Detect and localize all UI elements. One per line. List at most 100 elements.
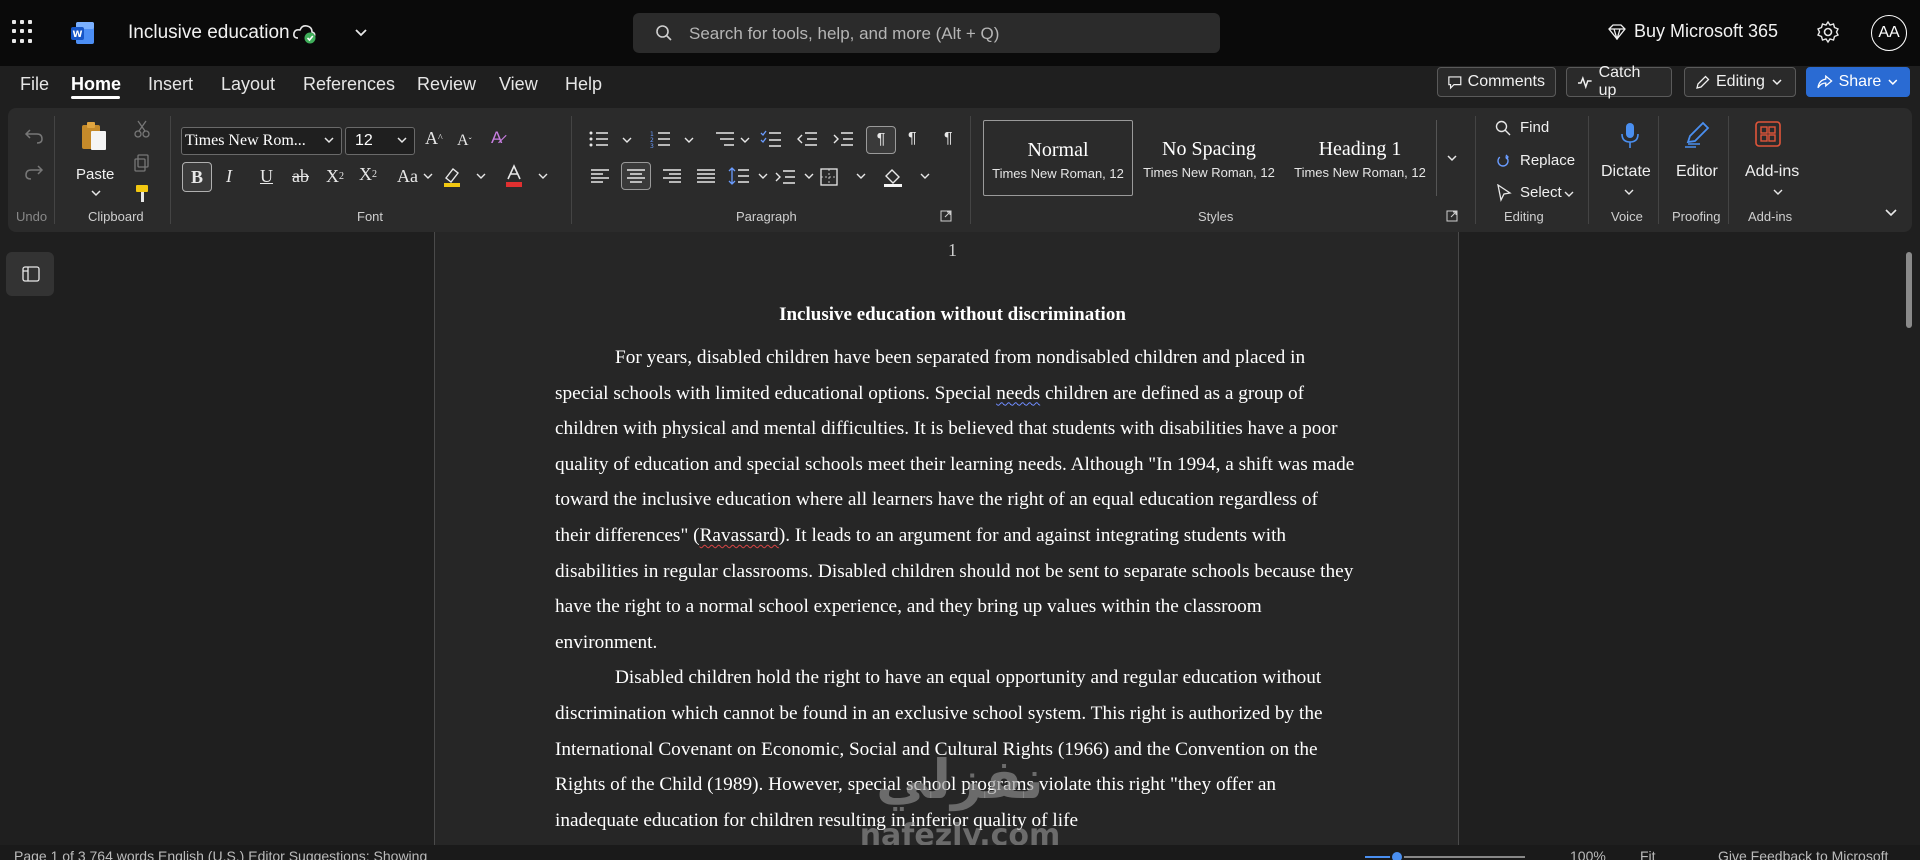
document-title[interactable]: Inclusive education: [128, 22, 290, 44]
multilevel-list-icon[interactable]: [714, 130, 736, 148]
show-formatting-icon[interactable]: ¶: [944, 130, 953, 148]
ribbon-expand-icon[interactable]: [1884, 208, 1898, 218]
clear-formatting-icon[interactable]: A̷: [491, 128, 502, 148]
align-right-icon[interactable]: [662, 168, 682, 184]
cut-icon[interactable]: [134, 120, 150, 138]
change-case-button[interactable]: Aa: [397, 166, 418, 187]
catch-up-button[interactable]: Catch up: [1566, 64, 1672, 99]
strikethrough-button[interactable]: ab: [292, 166, 309, 187]
avatar[interactable]: AA: [1871, 15, 1907, 51]
zoom-slider-handle[interactable]: [1390, 850, 1404, 860]
chevron-down-icon[interactable]: [622, 136, 632, 144]
highlighter-icon[interactable]: [442, 166, 462, 188]
app-launcher-icon[interactable]: [12, 20, 36, 44]
decrease-indent-icon[interactable]: [796, 130, 818, 148]
chevron-down-icon[interactable]: [352, 24, 370, 42]
align-center-icon: [627, 169, 645, 183]
paragraph-spacing-icon[interactable]: [774, 168, 796, 186]
checklist-icon[interactable]: [760, 130, 782, 148]
chevron-down-icon[interactable]: [538, 172, 548, 180]
copy-icon[interactable]: [134, 154, 150, 172]
shrink-font-icon[interactable]: Aˇ: [457, 132, 472, 150]
feedback-link[interactable]: Give Feedback to Microsoft: [1718, 848, 1888, 860]
menu-insert[interactable]: Insert: [148, 74, 193, 95]
undo-icon[interactable]: [24, 128, 44, 144]
chevron-down-icon[interactable]: [1564, 190, 1574, 198]
menu-help[interactable]: Help: [565, 74, 602, 95]
add-ins-icon[interactable]: [1754, 120, 1782, 148]
grow-font-icon[interactable]: A ^: [425, 128, 443, 149]
bullets-icon[interactable]: [588, 130, 610, 148]
chevron-down-icon[interactable]: [476, 172, 486, 180]
bold-button[interactable]: B: [182, 162, 212, 192]
italic-button[interactable]: I: [226, 166, 232, 187]
editor-button[interactable]: Editor: [1676, 163, 1718, 181]
share-button[interactable]: Share: [1806, 67, 1910, 97]
chevron-down-icon[interactable]: [1624, 188, 1634, 196]
paragraph-1[interactable]: For years, disabled children have been s…: [555, 340, 1355, 660]
menu-view[interactable]: View: [499, 74, 538, 95]
justify-icon[interactable]: [696, 168, 716, 184]
comments-button[interactable]: Comments: [1437, 67, 1556, 97]
menu-layout[interactable]: Layout: [221, 74, 275, 95]
replace-button[interactable]: Replace: [1520, 152, 1575, 169]
numbering-icon[interactable]: 123: [650, 130, 672, 148]
style-normal[interactable]: Normal Times New Roman, 12: [983, 120, 1133, 196]
grammar-suggestion[interactable]: needs: [996, 383, 1040, 404]
buy-microsoft-365-button[interactable]: Buy Microsoft 365: [1608, 21, 1778, 42]
navigation-pane-button[interactable]: [6, 252, 54, 296]
align-left-icon[interactable]: [590, 168, 610, 184]
menu-references[interactable]: References: [303, 74, 395, 95]
borders-icon[interactable]: [820, 168, 838, 186]
dialog-launcher-icon[interactable]: [940, 210, 952, 222]
chevron-down-icon[interactable]: [920, 172, 930, 180]
dictate-button[interactable]: Dictate: [1601, 163, 1651, 181]
style-heading-1[interactable]: Heading 1 Times New Roman, 12: [1285, 120, 1435, 196]
fit-button[interactable]: Fit: [1640, 848, 1656, 860]
redo-icon[interactable]: [24, 164, 44, 180]
zoom-level[interactable]: 100%: [1570, 848, 1606, 860]
find-button[interactable]: Find: [1520, 119, 1549, 136]
paste-icon[interactable]: [80, 120, 108, 152]
vertical-scrollbar[interactable]: [1906, 252, 1912, 328]
menu-home[interactable]: Home: [71, 74, 121, 95]
font-color-icon[interactable]: [504, 164, 524, 188]
chevron-down-icon[interactable]: [1773, 188, 1783, 196]
style-no-spacing[interactable]: No Spacing Times New Roman, 12: [1134, 120, 1284, 196]
format-painter-icon[interactable]: [134, 184, 150, 204]
superscript-button[interactable]: X2: [359, 164, 377, 185]
chevron-down-icon[interactable]: [758, 172, 768, 180]
chevron-down-icon[interactable]: [804, 172, 814, 180]
spelling-suggestion[interactable]: Ravassard: [700, 525, 779, 546]
cloud-saved-icon[interactable]: [292, 22, 318, 44]
subscript-button[interactable]: X2: [326, 166, 344, 187]
document-heading[interactable]: Inclusive education without discriminati…: [435, 304, 1470, 326]
chevron-down-icon[interactable]: [856, 172, 866, 180]
font-size-dropdown[interactable]: 12: [345, 127, 415, 155]
chevron-down-icon[interactable]: [684, 136, 694, 144]
select-button[interactable]: Select: [1520, 184, 1562, 201]
gear-icon[interactable]: [1816, 20, 1840, 44]
line-spacing-icon[interactable]: [728, 166, 750, 186]
search-input[interactable]: Search for tools, help, and more (Alt + …: [689, 24, 999, 44]
menu-file[interactable]: File: [20, 74, 49, 95]
paste-button[interactable]: Paste: [76, 166, 114, 183]
ltr-paragraph-button[interactable]: ¶: [866, 126, 896, 154]
search-box[interactable]: Search for tools, help, and more (Alt + …: [633, 13, 1220, 53]
editing-mode-button[interactable]: Editing: [1684, 67, 1796, 97]
increase-indent-icon[interactable]: [832, 130, 854, 148]
add-ins-button[interactable]: Add-ins: [1745, 163, 1799, 181]
shading-icon[interactable]: [882, 166, 904, 188]
align-center-button[interactable]: [621, 162, 651, 190]
menu-review[interactable]: Review: [417, 74, 476, 95]
rtl-paragraph-icon[interactable]: ¶: [908, 130, 917, 148]
chevron-down-icon[interactable]: [740, 136, 750, 144]
styles-gallery-expand[interactable]: [1436, 120, 1466, 196]
font-name-dropdown[interactable]: Times New Rom...: [181, 127, 342, 155]
microphone-icon[interactable]: [1620, 122, 1640, 150]
dialog-launcher-icon[interactable]: [1446, 210, 1458, 222]
chevron-down-icon[interactable]: [90, 188, 102, 198]
underline-button[interactable]: U: [260, 166, 273, 187]
chevron-down-icon[interactable]: [423, 172, 433, 180]
editor-pen-icon[interactable]: [1682, 120, 1712, 150]
